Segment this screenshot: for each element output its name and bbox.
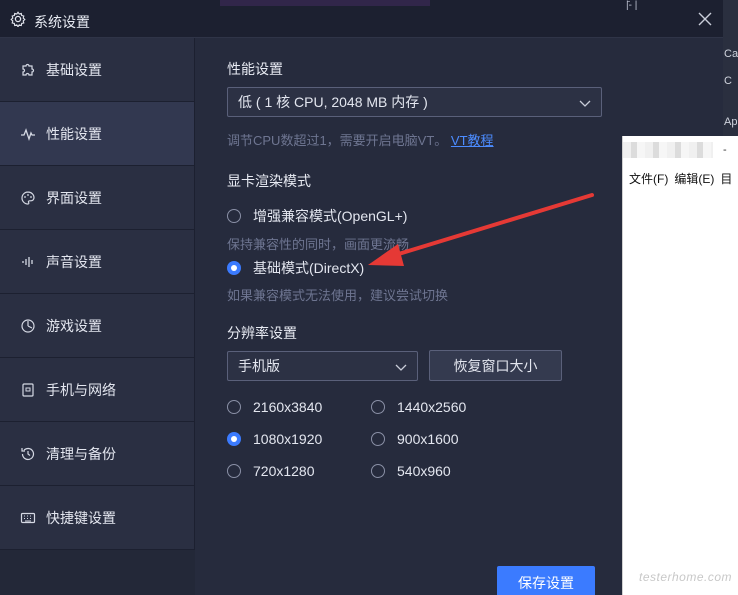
performance-hint: 调节CPU数超过1，需要开启电脑VT。 VT教程 xyxy=(227,130,494,149)
resolution-mode-select[interactable]: 手机版 xyxy=(227,351,418,381)
radio-label: 基础模式(DirectX) xyxy=(253,260,365,276)
radio-opengl[interactable]: 增强兼容模式(OpenGL+) xyxy=(227,206,407,226)
radio-label: 增强兼容模式(OpenGL+) xyxy=(253,208,408,224)
opengl-hint: 保持兼容性的同时，画面更流畅 xyxy=(227,237,410,252)
resolution-mode-value: 手机版 xyxy=(238,358,280,374)
radio-res-900x1600[interactable]: 900x1600 xyxy=(371,431,459,447)
game-icon xyxy=(20,318,36,334)
background-mark: |̄- | xyxy=(626,0,638,11)
radio-label: 900x1600 xyxy=(397,431,459,447)
background-label: Ap xyxy=(724,116,738,128)
radio-res-540x960[interactable]: 540x960 xyxy=(371,463,451,479)
sidebar-item-performance[interactable]: 性能设置 xyxy=(0,102,194,166)
radio-label: 1080x1920 xyxy=(253,431,323,447)
chevron-down-icon xyxy=(395,364,407,371)
sidebar-item-label: 快捷键设置 xyxy=(46,509,116,526)
chevron-down-icon xyxy=(579,100,591,107)
radio-dot xyxy=(227,261,241,275)
background-label: Ca xyxy=(724,48,738,60)
radio-res-1440x2560[interactable]: 1440x2560 xyxy=(371,399,466,415)
title-bar: 系统设置 |̄- | xyxy=(0,0,723,38)
radio-dot xyxy=(227,209,241,223)
radio-dot xyxy=(371,400,385,414)
radio-dot xyxy=(227,432,241,446)
radio-dot xyxy=(371,464,385,478)
sidebar-item-basic[interactable]: 基础设置 xyxy=(0,38,194,102)
radio-res-1080x1920[interactable]: 1080x1920 xyxy=(227,431,322,447)
sidebar-item-shortcuts[interactable]: 快捷键设置 xyxy=(0,486,194,550)
palette-icon xyxy=(20,190,36,206)
settings-window: 系统设置 |̄- | 基础设置 性能设置 界面设置 声音设置 游戏设置 手机与网… xyxy=(0,0,723,595)
sidebar: 基础设置 性能设置 界面设置 声音设置 游戏设置 手机与网络 清理与备份 快捷键… xyxy=(0,38,195,550)
performance-select[interactable]: 低 ( 1 核 CPU, 2048 MB 内存 ) xyxy=(227,87,602,117)
radio-dot xyxy=(227,400,241,414)
radio-label: 2160x3840 xyxy=(253,399,323,415)
menu-file[interactable]: 文件(F) xyxy=(629,170,668,188)
notepad-menu-bar: 文件(F) 编辑(E) 目 xyxy=(623,170,738,188)
radio-label: 720x1280 xyxy=(253,463,315,479)
radio-dot xyxy=(227,464,241,478)
sidebar-item-label: 性能设置 xyxy=(46,125,102,142)
directx-hint: 如果兼容模式无法使用，建议尝试切换 xyxy=(227,288,449,303)
close-icon[interactable] xyxy=(697,11,713,27)
menu-more[interactable]: 目 xyxy=(720,170,732,188)
vt-tutorial-link[interactable]: VT教程 xyxy=(451,133,494,148)
sidebar-item-label: 清理与备份 xyxy=(46,445,116,462)
gear-icon xyxy=(10,11,26,27)
pulse-icon xyxy=(20,126,36,142)
history-icon xyxy=(20,446,36,462)
sidebar-item-label: 声音设置 xyxy=(46,253,102,270)
radio-res-2160x3840[interactable]: 2160x3840 xyxy=(227,399,322,415)
section-title-resolution: 分辨率设置 xyxy=(227,325,297,341)
section-title-performance: 性能设置 xyxy=(227,61,283,77)
restore-window-size-button[interactable]: 恢复窗口大小 xyxy=(429,350,562,381)
blurred-title xyxy=(623,142,713,158)
keyboard-icon xyxy=(20,510,36,526)
notepad-title-bar: - xyxy=(623,136,738,164)
performance-hint-text: 调节CPU数超过1，需要开启电脑VT。 xyxy=(227,133,448,148)
notepad-title-fragment: - xyxy=(723,144,727,156)
sidebar-item-label: 界面设置 xyxy=(46,189,102,206)
menu-edit[interactable]: 编辑(E) xyxy=(674,170,714,188)
radio-label: 1440x2560 xyxy=(397,399,467,415)
sidebar-item-phone-network[interactable]: 手机与网络 xyxy=(0,358,194,422)
puzzle-icon xyxy=(20,62,36,78)
notepad-window: - 文件(F) 编辑(E) 目 testerhome.com xyxy=(622,136,738,595)
radio-res-720x1280[interactable]: 720x1280 xyxy=(227,463,315,479)
sound-icon xyxy=(20,254,36,270)
sidebar-item-label: 基础设置 xyxy=(46,61,102,78)
sidebar-item-interface[interactable]: 界面设置 xyxy=(0,166,194,230)
radio-dot xyxy=(371,432,385,446)
sidebar-footer xyxy=(0,550,195,595)
sidebar-item-cleanup-backup[interactable]: 清理与备份 xyxy=(0,422,194,486)
radio-directx[interactable]: 基础模式(DirectX) xyxy=(227,258,364,278)
sidebar-item-label: 手机与网络 xyxy=(46,381,116,398)
watermark: testerhome.com xyxy=(639,570,733,584)
sidebar-item-sound[interactable]: 声音设置 xyxy=(0,230,194,294)
sidebar-item-label: 游戏设置 xyxy=(46,317,102,334)
sidebar-item-game[interactable]: 游戏设置 xyxy=(0,294,194,358)
section-title-render: 显卡渲染模式 xyxy=(227,173,311,189)
save-settings-button[interactable]: 保存设置 xyxy=(497,566,595,595)
phone-icon xyxy=(20,382,36,398)
radio-label: 540x960 xyxy=(397,463,451,479)
background-strip xyxy=(220,0,430,6)
performance-select-value: 低 ( 1 核 CPU, 2048 MB 内存 ) xyxy=(238,94,428,110)
background-label: C xyxy=(724,75,732,87)
window-title: 系统设置 xyxy=(34,14,90,30)
